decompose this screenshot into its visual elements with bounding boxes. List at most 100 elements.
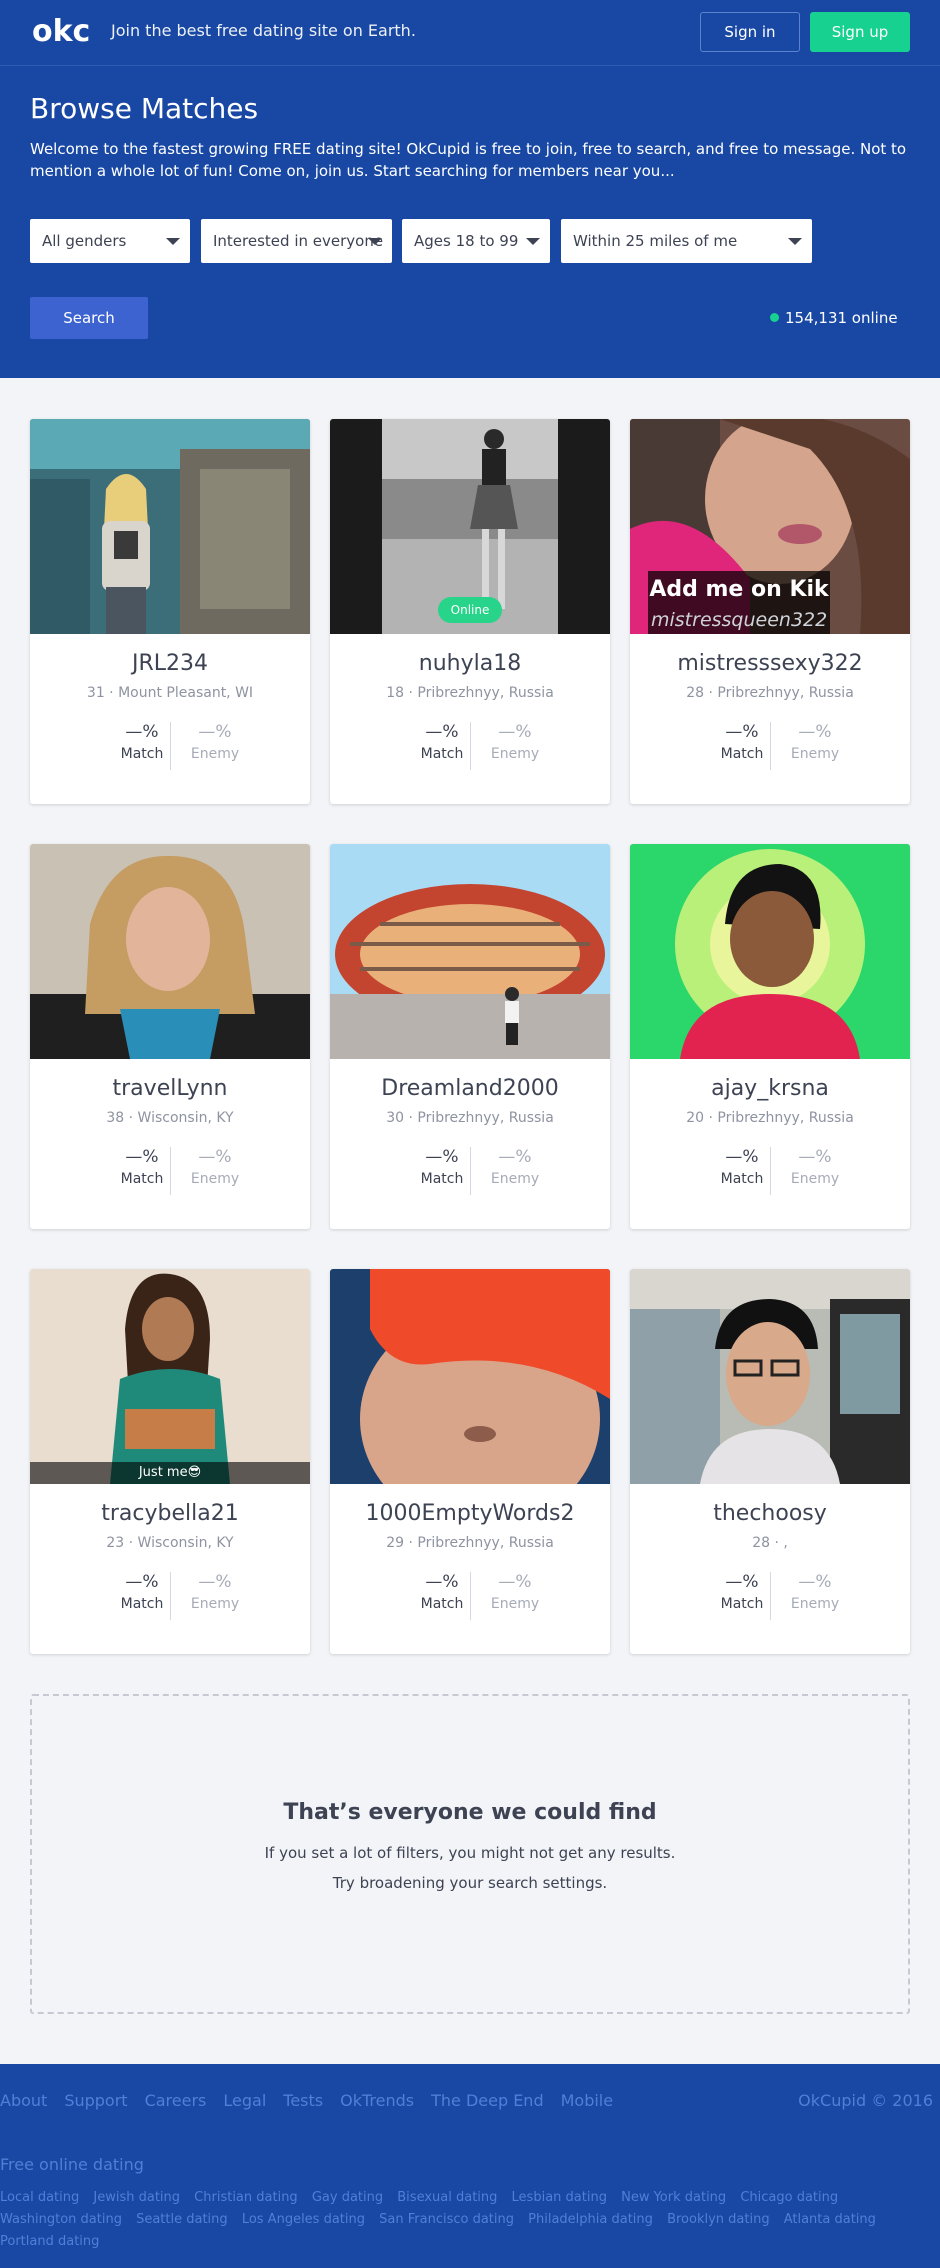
- enemy-label: Enemy: [790, 746, 840, 762]
- profile-photo[interactable]: [30, 1269, 310, 1484]
- enemy-stat: —% Enemy: [175, 1572, 255, 1612]
- match-stats: —% Match —% Enemy: [30, 722, 310, 774]
- chevron-down-icon: [368, 238, 382, 245]
- footer: About Support Careers Legal Tests OkTrends The…: [0, 2064, 940, 2268]
- user-location: 28 · Pribrezhnyy, Russia: [686, 685, 854, 701]
- user-location: 20 · Pribrezhnyy, Russia: [686, 1110, 854, 1126]
- search-button[interactable]: Search: [30, 297, 148, 339]
- divider: [170, 722, 171, 770]
- city-link[interactable]: Atlanta dating: [784, 2212, 876, 2227]
- enemy-stat: —% Enemy: [175, 1147, 255, 1187]
- enemy-percent: —%: [798, 722, 832, 742]
- enemy-percent: —%: [798, 1572, 832, 1592]
- username[interactable]: mistresssexy322: [630, 651, 910, 676]
- distance-select[interactable]: Within 25 miles of me: [561, 219, 812, 263]
- enemy-label: Enemy: [190, 746, 240, 762]
- city-link[interactable]: Seattle dating: [136, 2212, 228, 2227]
- username[interactable]: JRL234: [30, 651, 310, 676]
- page-title: Browse Matches: [30, 92, 259, 125]
- divider: [470, 1572, 471, 1620]
- city-link[interactable]: Washington dating: [0, 2212, 122, 2227]
- city-link[interactable]: Lesbian dating: [512, 2190, 607, 2205]
- distance-select-value: Within 25 miles of me: [573, 232, 738, 250]
- username[interactable]: Dreamland2000: [330, 1076, 610, 1101]
- city-link[interactable]: New York dating: [621, 2190, 726, 2205]
- city-link[interactable]: Bisexual dating: [397, 2190, 497, 2205]
- city-link[interactable]: Gay dating: [312, 2190, 383, 2205]
- interest-select[interactable]: Interested in everyone: [201, 219, 392, 263]
- enemy-label: Enemy: [490, 1171, 540, 1187]
- footer-link-careers[interactable]: Careers: [145, 2091, 207, 2110]
- gender-select[interactable]: All genders: [30, 219, 190, 263]
- interest-select-value: Interested in everyone: [213, 232, 384, 250]
- city-link[interactable]: Chicago dating: [740, 2190, 838, 2205]
- profile-photo[interactable]: [30, 419, 310, 634]
- username[interactable]: thechoosy: [630, 1501, 910, 1526]
- match-stats: —% Match —% Enemy: [330, 1572, 610, 1624]
- footer-link-mobile[interactable]: Mobile: [561, 2091, 613, 2110]
- enemy-label: Enemy: [790, 1596, 840, 1612]
- footer-link-support[interactable]: Support: [64, 2091, 127, 2110]
- profile-photo[interactable]: [630, 844, 910, 1059]
- match-stats: —% Match —% Enemy: [630, 722, 910, 774]
- tagline: Join the best free dating site on Earth.: [111, 21, 416, 40]
- footer-link-about[interactable]: About: [0, 2091, 47, 2110]
- okc-logo[interactable]: okc: [30, 13, 90, 49]
- chevron-down-icon: [526, 238, 540, 245]
- kik-username: mistressqueen322: [651, 609, 828, 631]
- profile-photo[interactable]: [30, 844, 310, 1059]
- username[interactable]: 1000EmptyWords2: [330, 1501, 610, 1526]
- profile-card[interactable]: ajay_krsna 20 · Pribrezhnyy, Russia —% M…: [630, 844, 910, 1229]
- kik-caption: Add me on Kik: [649, 577, 829, 602]
- profile-card[interactable]: Add me on Kik mistressqueen322 mistresss…: [630, 419, 910, 804]
- enemy-percent: —%: [498, 1572, 532, 1592]
- match-stats: —% Match —% Enemy: [30, 1572, 310, 1624]
- username[interactable]: travelLynn: [30, 1076, 310, 1101]
- user-location: 28 · ,: [752, 1535, 788, 1551]
- footer-link-tests[interactable]: Tests: [283, 2091, 323, 2110]
- user-location: 38 · Wisconsin, KY: [106, 1110, 234, 1126]
- sign-in-button[interactable]: Sign in: [700, 12, 800, 52]
- divider: [470, 722, 471, 770]
- footer-link-legal[interactable]: Legal: [223, 2091, 266, 2110]
- user-location: 18 · Pribrezhnyy, Russia: [386, 685, 554, 701]
- city-link[interactable]: Philadelphia dating: [528, 2212, 653, 2227]
- city-links: Local dating Jewish dating Christian dat…: [0, 2187, 900, 2253]
- divider: [470, 1147, 471, 1195]
- sign-up-button[interactable]: Sign up: [810, 12, 910, 52]
- enemy-percent: —%: [798, 1147, 832, 1167]
- age-select[interactable]: Ages 18 to 99: [402, 219, 550, 263]
- user-location: 30 · Pribrezhnyy, Russia: [386, 1110, 554, 1126]
- city-link[interactable]: Christian dating: [194, 2190, 298, 2205]
- profile-card[interactable]: JRL234 31 · Mount Pleasant, WI —% Match …: [30, 419, 310, 804]
- enemy-label: Enemy: [190, 1171, 240, 1187]
- city-link[interactable]: Portland dating: [0, 2234, 99, 2249]
- profile-photo[interactable]: [630, 1269, 910, 1484]
- empty-state-title: That’s everyone we could find: [283, 1800, 657, 1825]
- footer-link-deep-end[interactable]: The Deep End: [431, 2091, 544, 2110]
- city-link[interactable]: Local dating: [0, 2190, 79, 2205]
- empty-state-line-1: If you set a lot of filters, you might n…: [264, 1844, 676, 1862]
- enemy-percent: —%: [198, 1572, 232, 1592]
- username[interactable]: ajay_krsna: [630, 1076, 910, 1101]
- profile-card[interactable]: Online nuhyla18 18 · Pribrezhnyy, Russia…: [330, 419, 610, 804]
- city-link[interactable]: Jewish dating: [93, 2190, 180, 2205]
- city-link[interactable]: San Francisco dating: [379, 2212, 514, 2227]
- profile-card[interactable]: Dreamland2000 30 · Pribrezhnyy, Russia —…: [330, 844, 610, 1229]
- footer-link-oktrends[interactable]: OkTrends: [340, 2091, 414, 2110]
- enemy-percent: —%: [198, 722, 232, 742]
- username[interactable]: tracybella21: [30, 1501, 310, 1526]
- city-link[interactable]: Los Angeles dating: [242, 2212, 365, 2227]
- enemy-stat: —% Enemy: [475, 722, 555, 762]
- profile-card[interactable]: 1000EmptyWords2 29 · Pribrezhnyy, Russia…: [330, 1269, 610, 1654]
- profile-photo[interactable]: [330, 844, 610, 1059]
- empty-state-line-2: Try broadening your search settings.: [332, 1874, 608, 1892]
- profile-card[interactable]: travelLynn 38 · Wisconsin, KY —% Match —…: [30, 844, 310, 1229]
- enemy-stat: —% Enemy: [775, 1572, 855, 1612]
- profile-card[interactable]: Just me😎 tracybella21 23 · Wisconsin, KY…: [30, 1269, 310, 1654]
- profile-photo[interactable]: [330, 1269, 610, 1484]
- username[interactable]: nuhyla18: [330, 651, 610, 676]
- city-link[interactable]: Brooklyn dating: [667, 2212, 770, 2227]
- divider: [770, 1147, 771, 1195]
- profile-card[interactable]: thechoosy 28 · , —% Match —% Enemy: [630, 1269, 910, 1654]
